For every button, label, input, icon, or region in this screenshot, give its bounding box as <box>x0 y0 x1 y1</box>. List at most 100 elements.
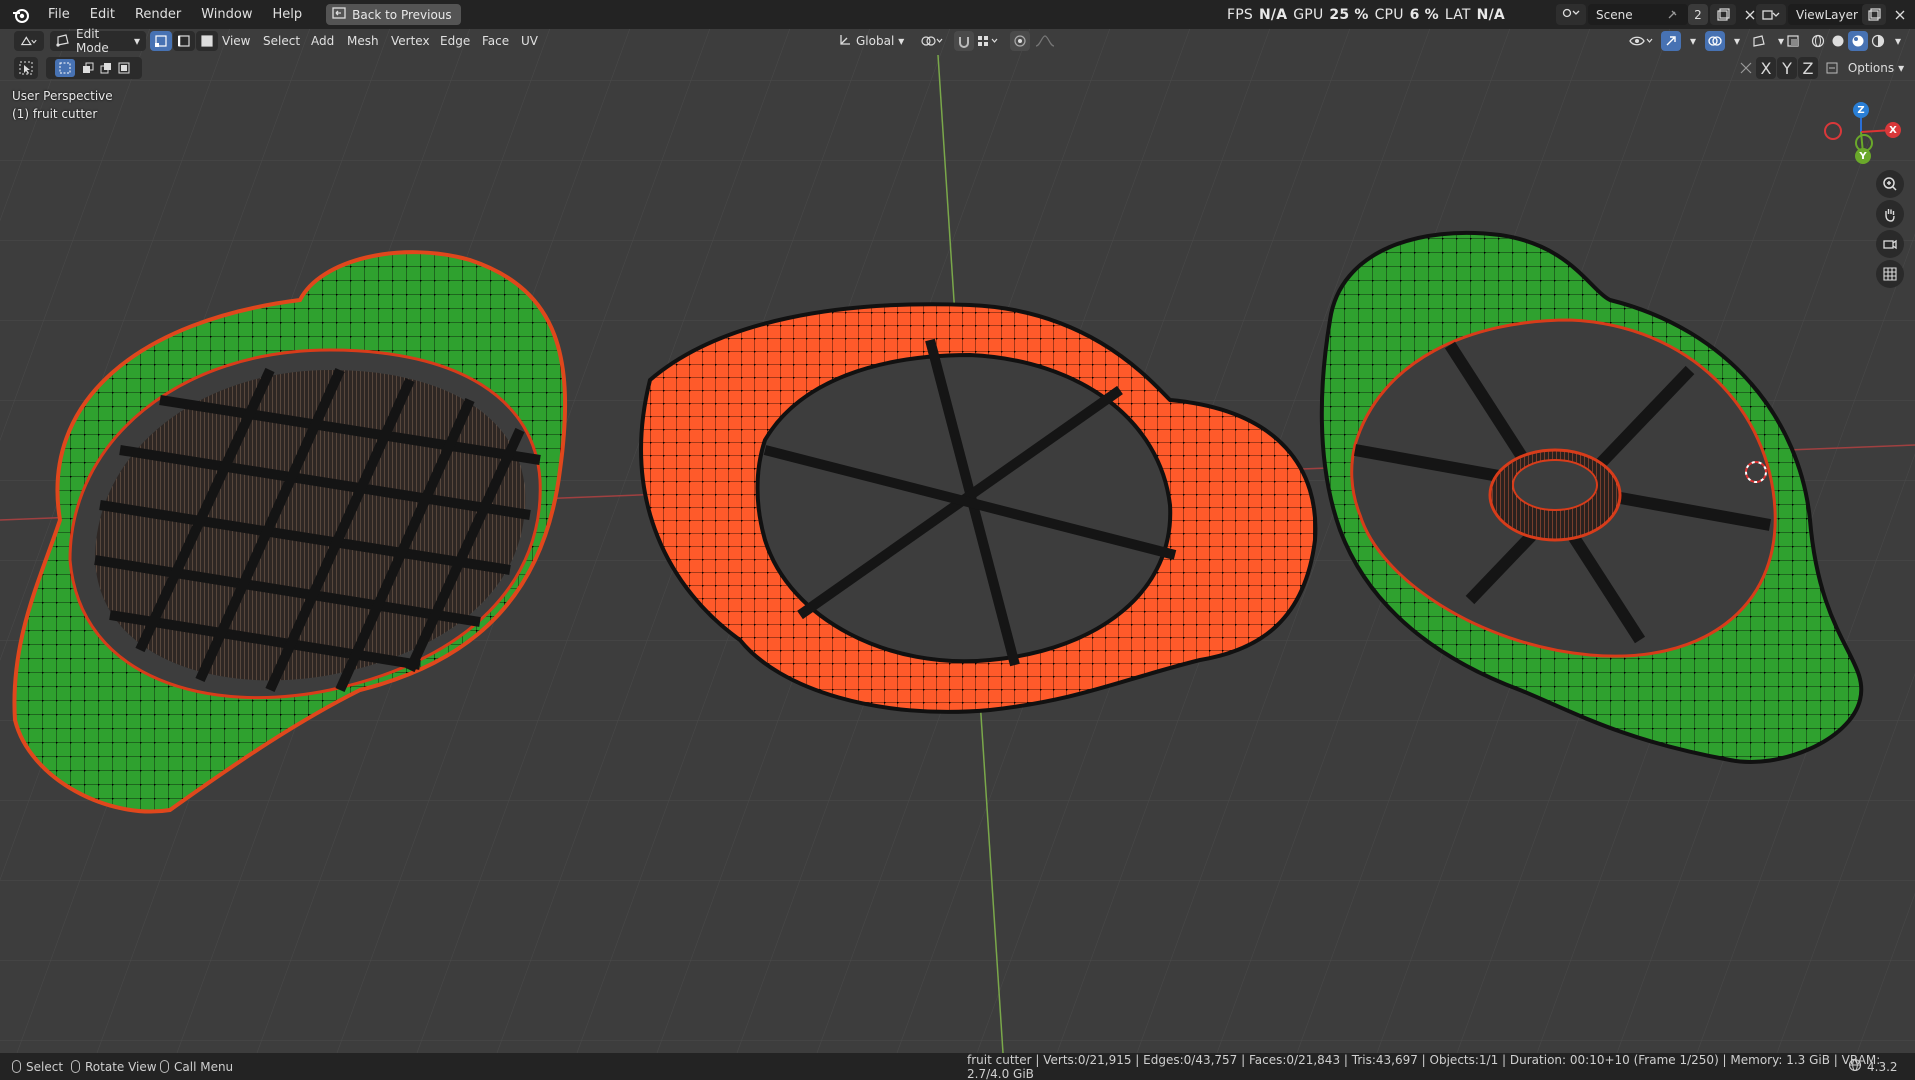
gpu-value: 25 % <box>1329 6 1369 23</box>
view-layer-name: ViewLayer <box>1796 7 1858 22</box>
select-extend-icon[interactable] <box>79 62 97 74</box>
chevron-down-icon: ▾ <box>1898 61 1905 75</box>
performance-stats: FPS N/A GPU 25 % CPU 6 % LAT N/A <box>1227 0 1505 29</box>
cpu-value: 6 % <box>1409 6 1439 23</box>
edit-mode-icon <box>56 33 70 50</box>
mesh-edit-overlay-icon[interactable] <box>1749 31 1769 51</box>
gizmo-neg-y-axis[interactable] <box>1855 134 1873 152</box>
header-menu-face[interactable]: Face <box>482 31 509 51</box>
status-rotate-label: Rotate View <box>85 1059 157 1074</box>
version-label: 4.3.2 <box>1867 1059 1898 1074</box>
shading-material-icon[interactable] <box>1848 31 1868 51</box>
header-menu-add[interactable]: Add <box>311 31 334 51</box>
header-menu-edge[interactable]: Edge <box>440 31 470 51</box>
zoom-icon[interactable] <box>1876 170 1904 198</box>
gizmo-icon[interactable] <box>1661 31 1681 51</box>
options-label: Options <box>1847 61 1895 75</box>
header-menu-uv[interactable]: UV <box>521 31 538 51</box>
viewport-header: Edit Mode ▾ View Select Add Mesh Vertex … <box>0 27 1915 55</box>
mirror-z-toggle[interactable]: Z <box>1798 57 1818 79</box>
menu-file[interactable]: File <box>38 0 80 29</box>
blender-window: File Edit Render Window Help Back to Pre… <box>0 0 1915 1080</box>
menu-window[interactable]: Window <box>191 0 262 29</box>
active-object-label: (1) fruit cutter <box>12 107 98 121</box>
header-menu-select[interactable]: Select <box>263 31 300 51</box>
vertex-select-icon[interactable] <box>150 31 172 51</box>
shading-solid-icon[interactable] <box>1828 31 1848 51</box>
snap-icon[interactable] <box>954 31 974 51</box>
gizmo-z-axis[interactable]: Z <box>1853 102 1869 118</box>
pan-hand-icon[interactable] <box>1876 200 1904 228</box>
header-menu-mesh[interactable]: Mesh <box>347 31 379 51</box>
chevron-down-icon[interactable]: ▾ <box>1683 31 1703 51</box>
status-call-menu-label: Call Menu <box>174 1059 234 1074</box>
grid-icon[interactable] <box>1876 260 1904 288</box>
mirror-icon[interactable] <box>1736 57 1756 79</box>
viewport-3d[interactable] <box>0 0 1915 1080</box>
mouse-left-icon <box>12 1060 21 1073</box>
select-subtract-icon[interactable] <box>97 62 115 74</box>
cpu-label: CPU <box>1374 6 1404 23</box>
menu-help[interactable]: Help <box>263 0 313 29</box>
mirror-x-toggle[interactable]: X <box>1756 57 1776 79</box>
delete-view-layer-icon[interactable] <box>1890 4 1910 25</box>
chevron-down-icon: ▾ <box>898 34 905 48</box>
shading-rendered-icon[interactable] <box>1868 31 1888 51</box>
scene-icon <box>1562 7 1580 22</box>
viewport-perspective-label: User Perspective <box>12 89 113 103</box>
snap-target-icon[interactable] <box>974 31 1002 51</box>
chevron-down-icon[interactable]: ▾ <box>1888 31 1908 51</box>
visibility-icon[interactable] <box>1626 31 1656 51</box>
camera-icon[interactable] <box>1876 230 1904 258</box>
status-select-hint: Select <box>12 1053 63 1080</box>
navigation-gizmo[interactable]: Z X Y <box>1822 95 1912 175</box>
menu-edit[interactable]: Edit <box>80 0 125 29</box>
xray-icon[interactable] <box>1783 31 1803 51</box>
mirror-y-toggle[interactable]: Y <box>1777 57 1797 79</box>
back-to-previous-button[interactable]: Back to Previous <box>326 4 461 25</box>
overlay-icon[interactable] <box>1705 31 1725 51</box>
mouse-middle-icon <box>71 1060 80 1073</box>
select-new-icon[interactable] <box>55 59 75 77</box>
gpu-label: GPU <box>1293 6 1324 23</box>
mode-selector[interactable]: Edit Mode ▾ <box>50 27 146 55</box>
scene-name: Scene <box>1596 7 1633 22</box>
gizmo-neg-x-axis[interactable] <box>1824 122 1842 140</box>
pivot-icon[interactable] <box>918 31 946 51</box>
lat-label: LAT <box>1444 6 1471 23</box>
shading-wireframe-icon[interactable] <box>1808 31 1828 51</box>
new-view-layer-icon[interactable] <box>1862 4 1886 25</box>
mouse-right-icon <box>160 1060 169 1073</box>
editor-type-icon[interactable] <box>14 31 44 51</box>
chevron-down-icon[interactable]: ▾ <box>1727 31 1747 51</box>
face-select-icon[interactable] <box>196 31 218 51</box>
back-to-previous-label: Back to Previous <box>352 7 452 22</box>
scene-user-count: 2 <box>1688 4 1708 25</box>
new-scene-icon[interactable] <box>1710 4 1736 25</box>
header-menu-vertex[interactable]: Vertex <box>391 31 430 51</box>
fps-label: FPS <box>1227 6 1253 23</box>
select-invert-icon[interactable] <box>115 62 133 74</box>
status-rotate-hint: Rotate View <box>71 1053 157 1080</box>
proportional-edit-icon[interactable] <box>1010 31 1030 51</box>
transform-orientation-label: Global <box>856 34 895 48</box>
falloff-icon[interactable] <box>1032 31 1060 51</box>
select-box-icon[interactable] <box>14 57 38 79</box>
fps-value: N/A <box>1258 6 1288 23</box>
gizmo-x-axis[interactable]: X <box>1885 122 1901 138</box>
header-menu-view[interactable]: View <box>222 31 250 51</box>
options-dropdown[interactable]: Options ▾ <box>1842 57 1910 79</box>
auto-merge-icon[interactable] <box>1822 57 1842 79</box>
view-layer-selector-button[interactable] <box>1756 4 1786 25</box>
mode-label: Edit Mode <box>76 27 109 55</box>
status-select-label: Select <box>26 1059 64 1074</box>
transform-orientation-selector[interactable]: Global ▾ <box>838 31 904 51</box>
edge-select-icon[interactable] <box>173 31 195 51</box>
selection-mode-group <box>46 57 142 79</box>
menu-render[interactable]: Render <box>125 0 191 29</box>
chevron-down-icon: ▾ <box>133 34 140 48</box>
pin-icon[interactable] <box>1662 4 1682 25</box>
scene-selector-button[interactable] <box>1556 4 1586 25</box>
globe-icon <box>1848 1058 1862 1075</box>
blender-logo-icon[interactable] <box>10 4 32 26</box>
